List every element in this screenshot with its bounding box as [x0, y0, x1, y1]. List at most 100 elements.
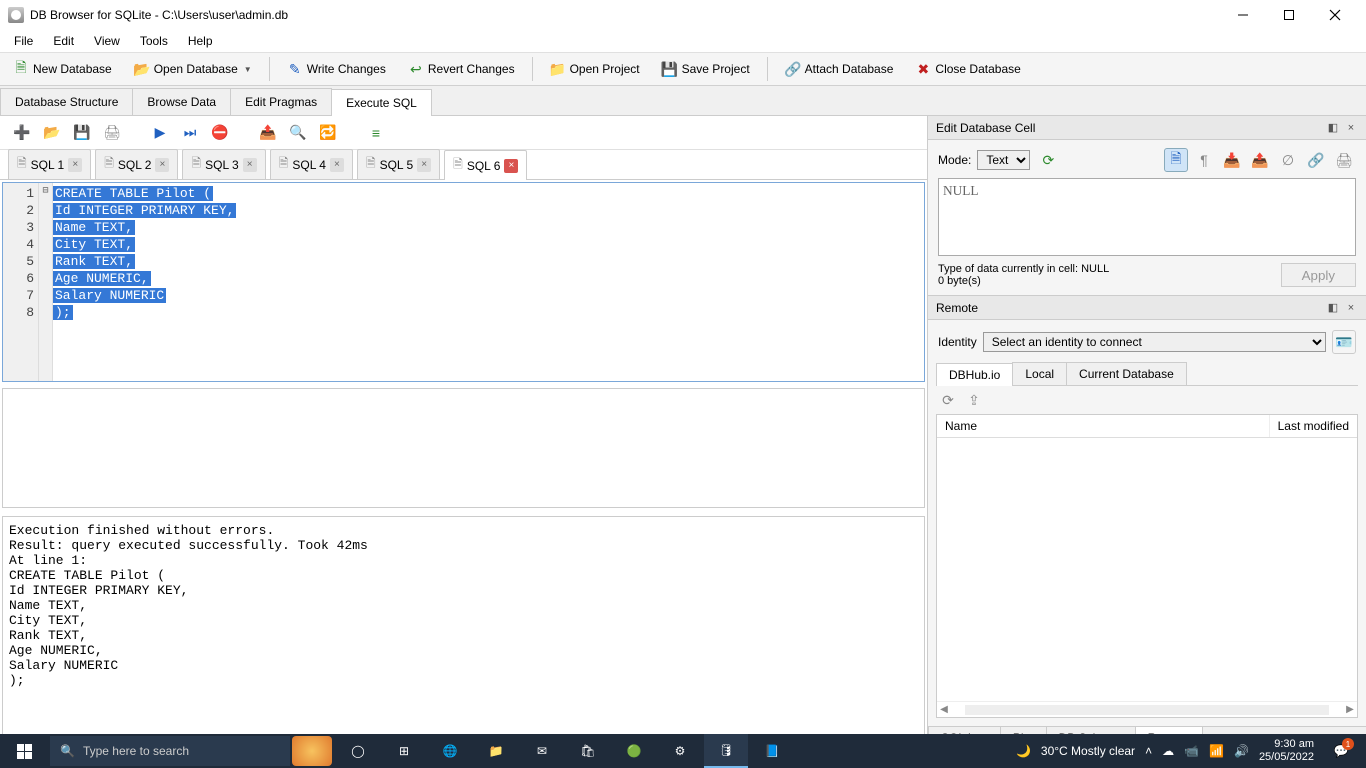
null-button[interactable]: ∅: [1276, 148, 1300, 172]
close-tab-icon[interactable]: ×: [330, 158, 344, 172]
mode-select[interactable]: Text: [977, 150, 1030, 170]
save-sql-button[interactable]: 💾: [70, 121, 94, 145]
meet-now-icon[interactable]: 📹: [1184, 744, 1199, 758]
word-icon[interactable]: 📘: [750, 734, 794, 768]
maximize-button[interactable]: [1266, 0, 1312, 30]
new-db-icon: 🗎: [13, 61, 29, 77]
tray-chevron-icon[interactable]: ˄: [1145, 744, 1152, 758]
sql-tab-1[interactable]: 🗎SQL 1×: [8, 149, 91, 179]
import-button[interactable]: 📥: [1220, 148, 1244, 172]
scroll-right-icon[interactable]: ▶: [1343, 704, 1357, 715]
indent-button[interactable]: ≡: [364, 121, 388, 145]
menu-help[interactable]: Help: [178, 32, 223, 50]
mail-icon[interactable]: ✉: [520, 734, 564, 768]
open-project-button[interactable]: 📁Open Project: [541, 56, 649, 82]
tab-edit-pragmas[interactable]: Edit Pragmas: [230, 88, 332, 115]
refresh-icon[interactable]: ⟳: [940, 392, 956, 408]
undock-icon[interactable]: ◧: [1326, 301, 1340, 315]
close-tab-icon[interactable]: ×: [504, 159, 518, 173]
col-name[interactable]: Name: [937, 415, 1270, 437]
identity-cert-button[interactable]: 🪪: [1332, 330, 1356, 354]
sql-tab-4[interactable]: 🗎SQL 4×: [270, 149, 353, 179]
menu-view[interactable]: View: [84, 32, 130, 50]
save-icon: 💾: [74, 125, 90, 141]
identity-select[interactable]: Select an identity to connect: [983, 332, 1326, 352]
open-database-button[interactable]: 📂Open Database▼: [125, 56, 261, 82]
horizontal-scrollbar[interactable]: ◀ ▶: [937, 701, 1357, 717]
sql-tab-3[interactable]: 🗎SQL 3×: [182, 149, 265, 179]
explorer-icon[interactable]: 📁: [474, 734, 518, 768]
close-database-button[interactable]: ✖Close Database: [906, 56, 1029, 82]
close-tab-icon[interactable]: ×: [243, 158, 257, 172]
print-cell-button[interactable]: 🖨: [1332, 148, 1356, 172]
link-button[interactable]: 🔗: [1304, 148, 1328, 172]
stop-button[interactable]: ⛔: [208, 121, 232, 145]
wifi-icon[interactable]: 📶: [1209, 744, 1224, 758]
text-view-button[interactable]: 🗎: [1164, 148, 1188, 172]
open-sql-button[interactable]: 📂: [40, 121, 64, 145]
undock-icon[interactable]: ◧: [1326, 121, 1340, 135]
output-pane[interactable]: Execution finished without errors. Resul…: [2, 516, 925, 748]
scroll-left-icon[interactable]: ◀: [937, 704, 951, 715]
cell-content-input[interactable]: [938, 178, 1356, 256]
new-tab-button[interactable]: ➕: [10, 121, 34, 145]
remote-tab-dbhub[interactable]: DBHub.io: [936, 363, 1013, 386]
clock[interactable]: 9:30 am 25/05/2022: [1259, 738, 1314, 764]
windows-taskbar: 🔍 Type here to search ◯ ⊞ 🌐 📁 ✉ 🛍 🟢 ⚙ 🛢 …: [0, 734, 1366, 768]
export-button[interactable]: 📤: [1248, 148, 1272, 172]
minimize-button[interactable]: [1220, 0, 1266, 30]
rtl-button[interactable]: ¶: [1192, 148, 1216, 172]
apply-button[interactable]: Apply: [1281, 263, 1356, 287]
chrome-icon[interactable]: 🟢: [612, 734, 656, 768]
revert-changes-button[interactable]: ↩Revert Changes: [399, 56, 524, 82]
notifications-button[interactable]: 💬 1: [1324, 734, 1358, 768]
sql-tab-5[interactable]: 🗎SQL 5×: [357, 149, 440, 179]
remote-tab-current[interactable]: Current Database: [1066, 362, 1187, 385]
db-browser-icon[interactable]: 🛢: [704, 734, 748, 768]
save-project-button[interactable]: 💾Save Project: [653, 56, 759, 82]
save-results-button[interactable]: 📤: [256, 121, 280, 145]
code-area[interactable]: CREATE TABLE Pilot ( Id INTEGER PRIMARY …: [53, 183, 924, 381]
volume-icon[interactable]: 🔊: [1234, 744, 1249, 758]
open-project-icon: 📁: [550, 61, 566, 77]
settings-icon[interactable]: ⚙: [658, 734, 702, 768]
attach-database-button[interactable]: 🔗Attach Database: [776, 56, 903, 82]
find-replace-button[interactable]: 🔁: [316, 121, 340, 145]
onedrive-icon[interactable]: ☁: [1162, 744, 1174, 758]
close-panel-icon[interactable]: ×: [1344, 301, 1358, 315]
taskbar-search[interactable]: 🔍 Type here to search: [50, 736, 290, 766]
find-button[interactable]: 🔍: [286, 121, 310, 145]
write-changes-button[interactable]: ✎Write Changes: [278, 56, 395, 82]
edge-icon[interactable]: 🌐: [428, 734, 472, 768]
col-modified[interactable]: Last modified: [1270, 415, 1357, 437]
tab-execute-sql[interactable]: Execute SQL: [331, 89, 432, 116]
close-panel-icon[interactable]: ×: [1344, 121, 1358, 135]
run-button[interactable]: ▶: [148, 121, 172, 145]
cortana-icon[interactable]: ◯: [336, 734, 380, 768]
sql-editor[interactable]: 12345678 ⊟ CREATE TABLE Pilot ( Id INTEG…: [2, 182, 925, 382]
start-button[interactable]: [0, 734, 48, 768]
close-tab-icon[interactable]: ×: [68, 158, 82, 172]
sql-tab-2[interactable]: 🗎SQL 2×: [95, 149, 178, 179]
format-button[interactable]: ⟳: [1036, 148, 1060, 172]
close-tab-icon[interactable]: ×: [417, 158, 431, 172]
print-button[interactable]: 🖨: [100, 121, 124, 145]
remote-tab-local[interactable]: Local: [1012, 362, 1067, 385]
tab-database-structure[interactable]: Database Structure: [0, 88, 133, 115]
tab-browse-data[interactable]: Browse Data: [132, 88, 231, 115]
menu-tools[interactable]: Tools: [130, 32, 178, 50]
weather-icon[interactable]: 🌙: [1016, 744, 1031, 758]
weather-text[interactable]: 30°C Mostly clear: [1041, 744, 1135, 758]
run-line-button[interactable]: ⏭: [178, 121, 202, 145]
store-icon[interactable]: 🛍: [566, 734, 610, 768]
upload-icon[interactable]: ⇪: [966, 392, 982, 408]
news-widget[interactable]: [292, 736, 332, 766]
menu-edit[interactable]: Edit: [43, 32, 84, 50]
sql-tab-6[interactable]: 🗎SQL 6×: [444, 150, 527, 180]
close-button[interactable]: [1312, 0, 1358, 30]
fold-gutter[interactable]: ⊟: [39, 183, 53, 381]
task-view-icon[interactable]: ⊞: [382, 734, 426, 768]
menu-file[interactable]: File: [4, 32, 43, 50]
new-database-button[interactable]: 🗎New Database: [4, 56, 121, 82]
close-tab-icon[interactable]: ×: [155, 158, 169, 172]
